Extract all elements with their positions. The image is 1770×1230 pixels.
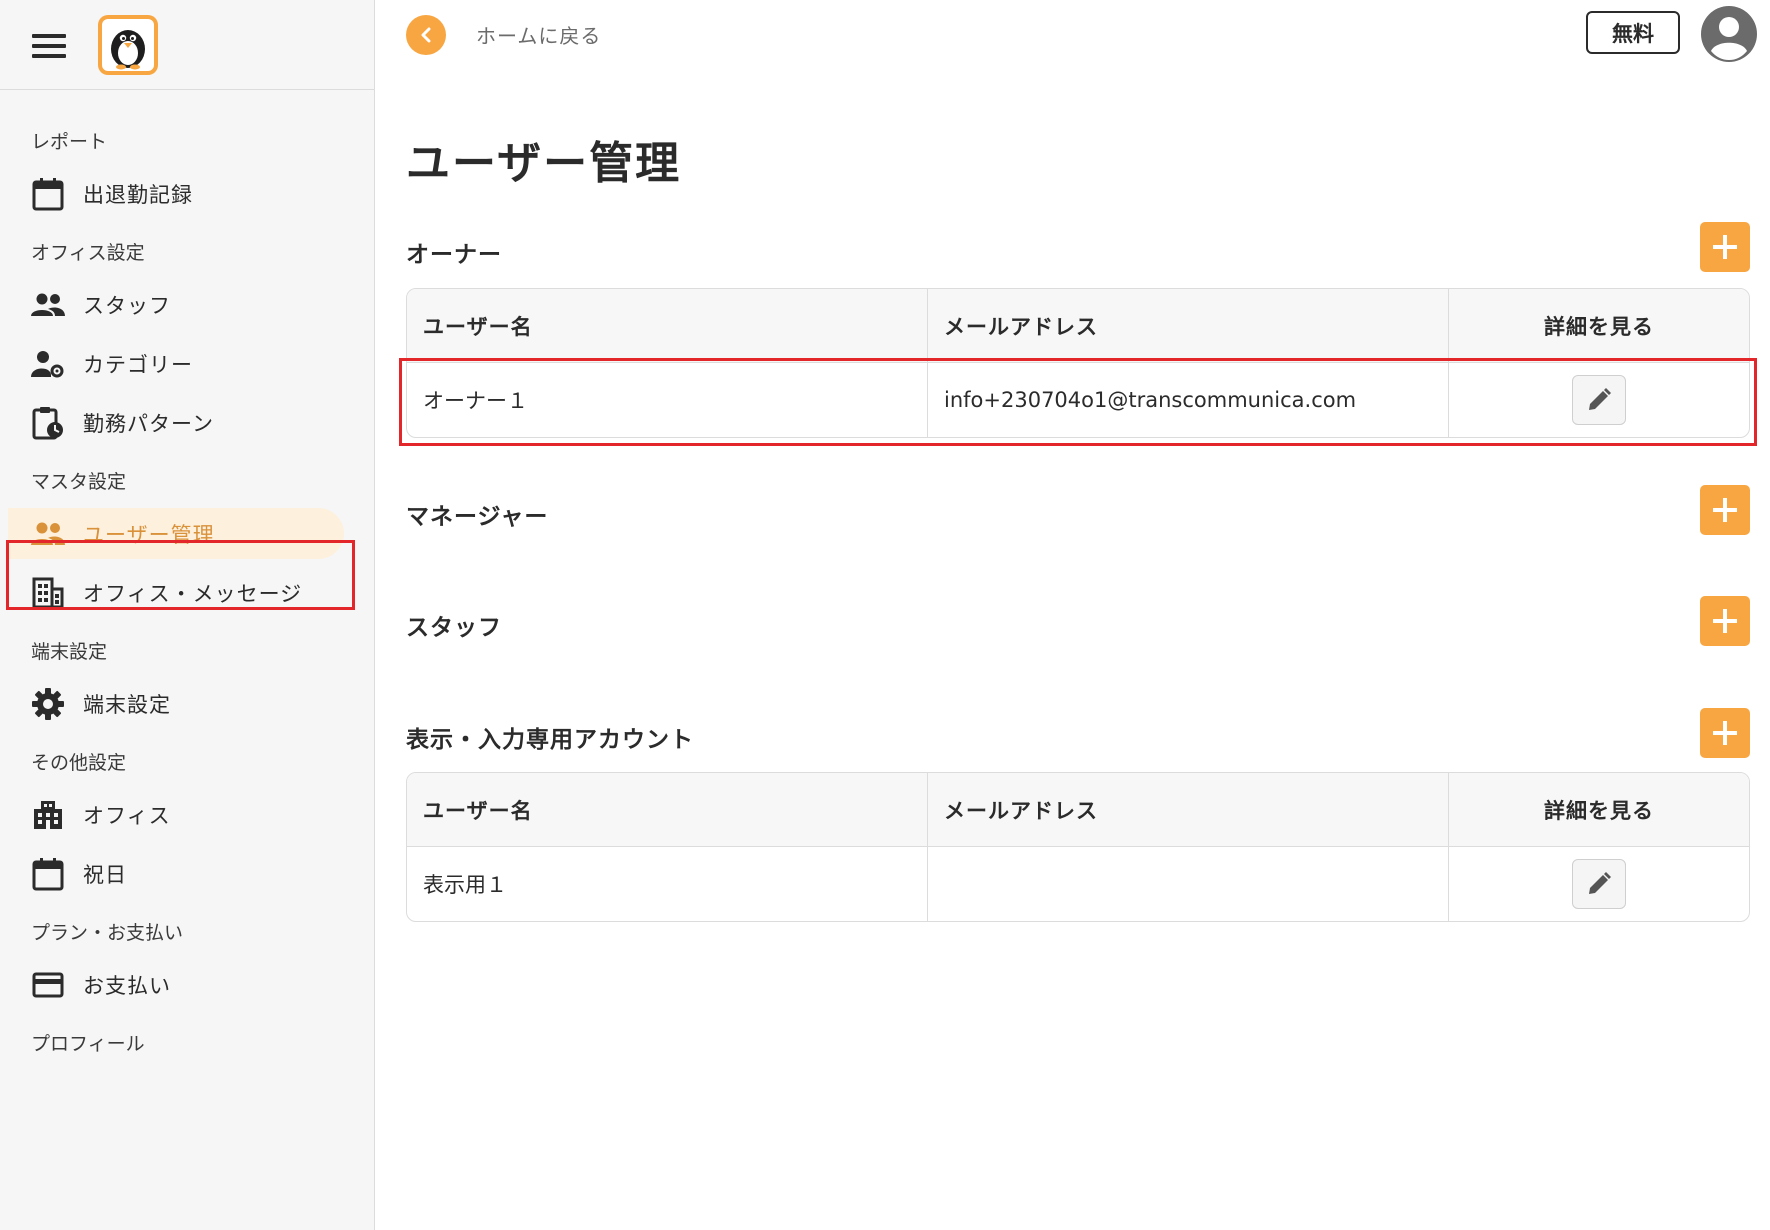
back-link-label[interactable]: ホームに戻る — [476, 20, 601, 49]
credit-card-icon — [31, 968, 65, 1002]
penguin-logo[interactable] — [98, 15, 158, 75]
calendar-icon — [31, 177, 65, 211]
sidebar-item-attendance[interactable]: 出退勤記録 — [0, 164, 374, 223]
add-owner-button[interactable] — [1700, 222, 1750, 272]
column-header-email: メールアドレス — [928, 773, 1449, 846]
section-title: レポート — [31, 131, 108, 153]
table-header-row: ユーザー名 メールアドレス 詳細を見る — [407, 289, 1749, 363]
back-button[interactable] — [406, 15, 446, 55]
cell-detail — [1449, 363, 1749, 437]
pencil-icon — [1589, 388, 1611, 410]
add-viewer-button[interactable] — [1700, 708, 1750, 758]
sidebar-item-label: 端末設定 — [83, 692, 171, 717]
plus-icon — [1713, 498, 1737, 522]
people-icon — [31, 288, 65, 322]
section-title: 端末設定 — [31, 641, 108, 663]
sidebar-item-staff[interactable]: スタッフ — [0, 275, 374, 334]
sidebar-item-label: お支払い — [83, 973, 171, 998]
plan-badge[interactable]: 無料 — [1586, 11, 1680, 54]
nav-section-plan-payment: プラン・お支払い お支払い — [0, 911, 374, 1014]
sidebar-item-office[interactable]: オフィス — [0, 785, 374, 844]
nav-section-other-settings: その他設定 オフィス 祝日 — [0, 741, 374, 903]
calendar-icon — [31, 857, 65, 891]
pencil-icon — [1589, 872, 1611, 894]
sidebar-item-label: オフィス・メッセージ — [83, 581, 303, 606]
sidebar-item-label: オフィス — [83, 803, 171, 828]
nav-section-profile: プロフィール — [0, 1022, 374, 1066]
column-header-username: ユーザー名 — [407, 773, 928, 846]
table-row: 表示用１ — [407, 847, 1749, 921]
sidebar-item-device-settings[interactable]: 端末設定 — [0, 674, 374, 733]
nav-section-master-settings: マスタ設定 ユーザー管理 オフィス・メッセージ — [0, 460, 374, 622]
sidebar-item-category[interactable]: カテゴリー — [0, 334, 374, 393]
sidebar-item-label: スタッフ — [83, 293, 171, 318]
column-header-email: メールアドレス — [928, 289, 1449, 362]
sidebar-item-holidays[interactable]: 祝日 — [0, 844, 374, 903]
cell-detail — [1449, 847, 1749, 921]
column-header-detail: 詳細を見る — [1544, 798, 1654, 823]
group-title-viewer: 表示・入力専用アカウント — [406, 727, 694, 753]
gear-icon — [31, 687, 65, 721]
column-header-detail: 詳細を見る — [1544, 314, 1654, 339]
person-gear-icon — [31, 347, 65, 381]
group-title-manager: マネージャー — [406, 504, 549, 530]
sidebar-item-office-message[interactable]: オフィス・メッセージ — [0, 563, 374, 622]
edit-button[interactable] — [1572, 375, 1626, 425]
page-title: ユーザー管理 — [406, 138, 682, 189]
sidebar-item-label: ユーザー管理 — [83, 522, 215, 547]
sidebar-header — [0, 0, 374, 90]
chevron-left-icon — [421, 27, 431, 43]
edit-button[interactable] — [1572, 859, 1626, 909]
sidebar-item-label: 勤務パターン — [83, 411, 214, 436]
column-header-username: ユーザー名 — [407, 289, 928, 362]
cell-email — [928, 847, 1449, 921]
section-title: その他設定 — [31, 752, 127, 774]
viewer-table: ユーザー名 メールアドレス 詳細を見る 表示用１ — [406, 772, 1750, 922]
sidebar-nav: レポート 出退勤記録 オフィス設定 スタッフ カテゴリー 勤務パターン マスタ設… — [0, 90, 374, 1066]
section-title: オフィス設定 — [31, 242, 145, 264]
plus-icon — [1713, 721, 1737, 745]
cell-username: オーナー１ — [407, 363, 928, 437]
table-row: オーナー１ info+230704o1@transcommunica.com — [407, 363, 1749, 437]
group-title-owner: オーナー — [406, 242, 502, 268]
plus-icon — [1713, 235, 1737, 259]
sidebar-item-payment[interactable]: お支払い — [0, 955, 374, 1014]
sidebar-item-label: 出退勤記録 — [83, 182, 193, 207]
group-title-staff: スタッフ — [406, 615, 502, 641]
sidebar-item-user-management[interactable]: ユーザー管理 — [0, 504, 374, 563]
clipboard-clock-icon — [31, 406, 65, 440]
section-title: プラン・お支払い — [31, 922, 184, 944]
nav-section-office-settings: オフィス設定 スタッフ カテゴリー 勤務パターン — [0, 231, 374, 452]
cell-email: info+230704o1@transcommunica.com — [928, 363, 1449, 437]
office-building-icon — [31, 798, 65, 832]
section-title: プロフィール — [31, 1033, 145, 1055]
sidebar-item-label: カテゴリー — [83, 352, 193, 377]
sidebar-item-label: 祝日 — [83, 862, 127, 887]
plus-icon — [1713, 609, 1737, 633]
sidebar: レポート 出退勤記録 オフィス設定 スタッフ カテゴリー 勤務パターン マスタ設… — [0, 0, 375, 1230]
nav-section-report: レポート 出退勤記録 — [0, 120, 374, 223]
building-icon — [31, 576, 65, 610]
add-staff-button[interactable] — [1700, 596, 1750, 646]
owner-table: ユーザー名 メールアドレス 詳細を見る オーナー１ info+230704o1@… — [406, 288, 1750, 438]
hamburger-menu-icon[interactable] — [32, 34, 66, 58]
cell-username: 表示用１ — [407, 847, 928, 921]
sidebar-item-work-pattern[interactable]: 勤務パターン — [0, 393, 374, 452]
add-manager-button[interactable] — [1700, 485, 1750, 535]
account-avatar-icon[interactable] — [1700, 5, 1758, 63]
people-icon — [31, 517, 65, 551]
nav-section-device-settings: 端末設定 端末設定 — [0, 630, 374, 733]
section-title: マスタ設定 — [31, 471, 127, 493]
table-header-row: ユーザー名 メールアドレス 詳細を見る — [407, 773, 1749, 847]
